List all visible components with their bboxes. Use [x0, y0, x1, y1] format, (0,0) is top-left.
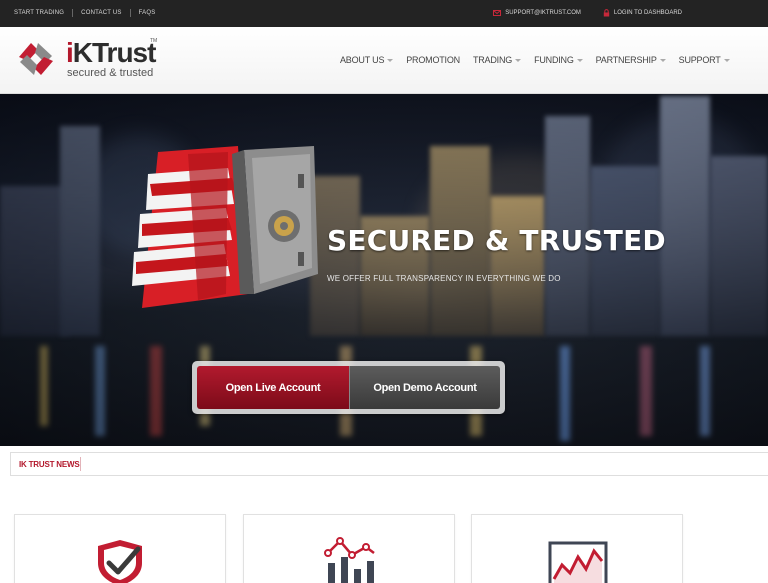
contact-us-link[interactable]: CONTACT US [81, 10, 121, 16]
nav-label: SUPPORT [678, 55, 721, 65]
separator [72, 9, 74, 17]
iktrust-logo[interactable]: iKTrust TM secured & trusted [14, 37, 164, 82]
hero-subline: WE OFFER FULL TRANSPARENCY IN EVERYTHING… [327, 274, 561, 283]
line-chart-icon [548, 541, 608, 583]
logo-ktrust: KTrust [72, 37, 157, 68]
nav-label: ABOUT US [340, 55, 385, 65]
open-live-account-button[interactable]: Open Live Account [197, 366, 349, 409]
vault-safe-icon [132, 146, 318, 308]
site-header: iKTrust TM secured & trusted ABOUT US PR… [0, 27, 768, 94]
separator [129, 9, 131, 17]
feature-card-analytics[interactable] [243, 514, 455, 583]
caret-down-icon [723, 58, 730, 62]
logo-i: i [66, 37, 74, 68]
envelope-icon [493, 10, 502, 16]
caret-down-icon [387, 58, 394, 62]
start-trading-link[interactable]: START TRADING [14, 10, 64, 16]
cta-group: Open Live Account Open Demo Account [192, 361, 505, 414]
shield-check-icon [98, 540, 142, 583]
nav-trading[interactable]: TRADING [472, 55, 522, 65]
page: START TRADING CONTACT US FAQS SUPPORT@IK… [0, 0, 768, 583]
caret-down-icon [659, 58, 666, 62]
login-dashboard-link[interactable]: LOGIN TO DASHBOARD [603, 9, 682, 17]
nav-about-us[interactable]: ABOUT US [340, 55, 394, 65]
feature-card-trading[interactable] [471, 514, 683, 583]
nav-partnership[interactable]: PARTNERSHIP [596, 55, 666, 65]
main-nav: ABOUT US PROMOTION TRADING FUNDING PARTN… [340, 55, 743, 65]
faqs-link[interactable]: FAQS [139, 10, 156, 16]
open-demo-account-button[interactable]: Open Demo Account [349, 366, 500, 409]
logo-trademark: TM [150, 38, 158, 44]
nav-label: PROMOTION [406, 55, 460, 65]
support-email-link[interactable]: SUPPORT@IKTRUST.COM [493, 10, 581, 16]
hero-banner: SECURED & TRUSTED WE OFFER FULL TRANSPAR… [0, 94, 768, 446]
analytics-chart-icon [324, 537, 375, 583]
logo-mark-icon [19, 43, 53, 75]
hero-headline: SECURED & TRUSTED [327, 224, 666, 257]
top-links: START TRADING CONTACT US FAQS [14, 9, 155, 17]
login-dashboard-text: LOGIN TO DASHBOARD [613, 10, 682, 16]
feature-card-security[interactable] [14, 514, 226, 583]
news-label[interactable]: IK TRUST NEWS [19, 460, 80, 469]
news-divider [80, 457, 81, 471]
top-right: SUPPORT@IKTRUST.COM LOGIN TO DASHBOARD [493, 9, 682, 17]
nav-funding[interactable]: FUNDING [534, 55, 583, 65]
logo-tagline: secured & trusted [67, 67, 154, 79]
news-ticker: IK TRUST NEWS [10, 452, 768, 476]
support-email-text: SUPPORT@IKTRUST.COM [505, 10, 581, 16]
nav-label: PARTNERSHIP [595, 55, 657, 65]
nav-label: TRADING [472, 55, 513, 65]
logo-wordmark: iKTrust [66, 37, 157, 69]
lock-icon [603, 9, 610, 17]
nav-support[interactable]: SUPPORT [679, 55, 730, 65]
nav-promotion[interactable]: PROMOTION [406, 55, 460, 65]
caret-down-icon [515, 58, 522, 62]
nav-label: FUNDING [534, 55, 574, 65]
top-bar: START TRADING CONTACT US FAQS SUPPORT@IK… [0, 0, 768, 27]
caret-down-icon [576, 58, 583, 62]
